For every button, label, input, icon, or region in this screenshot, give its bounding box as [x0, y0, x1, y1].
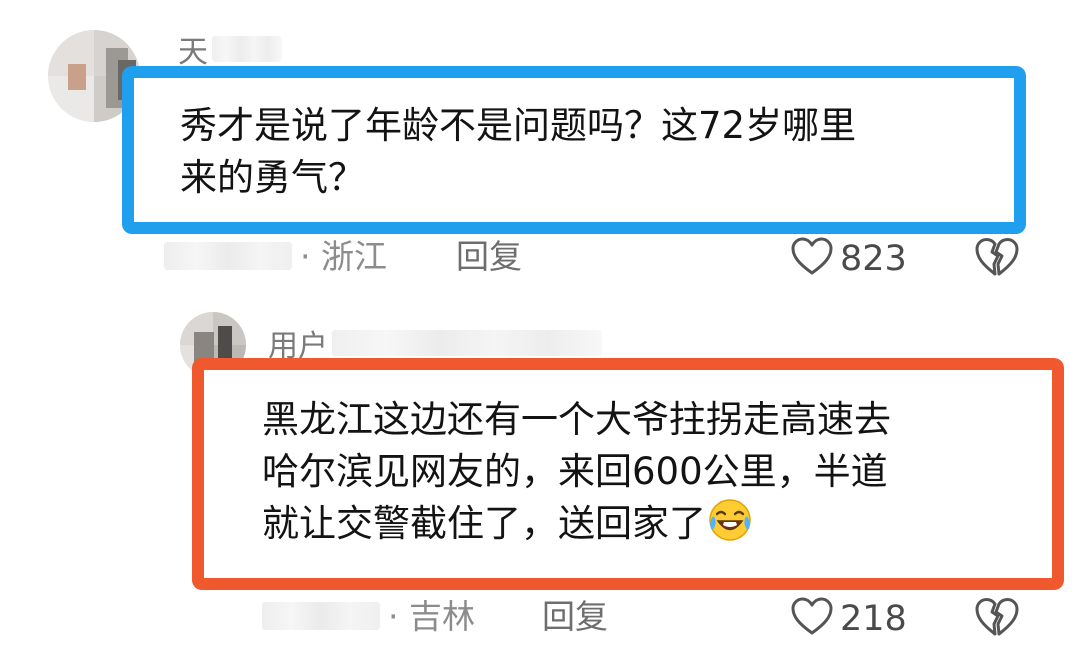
laughing-crying-face-icon: [708, 498, 752, 542]
timestamp-blur: [262, 602, 380, 630]
like-count: 823: [840, 239, 907, 279]
username[interactable]: 天: [178, 38, 208, 68]
dislike-button[interactable]: [974, 236, 1020, 282]
broken-heart-icon: [974, 596, 1020, 642]
heart-outline-icon: [790, 236, 834, 283]
username-blur: [212, 36, 282, 62]
username-blur: [332, 330, 602, 356]
like-button[interactable]: 218: [790, 596, 907, 643]
reply-button[interactable]: 回复: [456, 240, 522, 273]
comment-text: 黑龙江这边还有一个大爷拄拐走高速去 哈尔滨见网友的，来回600公里，半道 就让交…: [262, 394, 1042, 550]
like-count: 218: [840, 599, 907, 639]
location-label: · 浙江: [300, 237, 387, 276]
comment-text-body: 黑龙江这边还有一个大爷拄拐走高速去 哈尔滨见网友的，来回600公里，半道 就让交…: [262, 398, 891, 545]
dislike-button[interactable]: [974, 596, 1020, 642]
comment-item: 用户 黑龙江这边还有一个大爷拄拐走高速去 哈尔滨见网友的，来回600公里，半道 …: [0, 300, 1080, 668]
broken-heart-icon: [974, 236, 1020, 282]
location-label: · 吉林: [388, 597, 475, 636]
timestamp-blur: [164, 242, 292, 270]
like-button[interactable]: 823: [790, 236, 907, 283]
comment-text: 秀才是说了年龄不是问题吗？这72岁哪里 来的勇气？: [180, 104, 857, 199]
heart-outline-icon: [790, 596, 834, 643]
comment-item: 天 秀才是说了年龄不是问题吗？这72岁哪里 来的勇气？ · 浙江 回复 823: [0, 0, 1080, 300]
reply-button[interactable]: 回复: [542, 600, 608, 633]
